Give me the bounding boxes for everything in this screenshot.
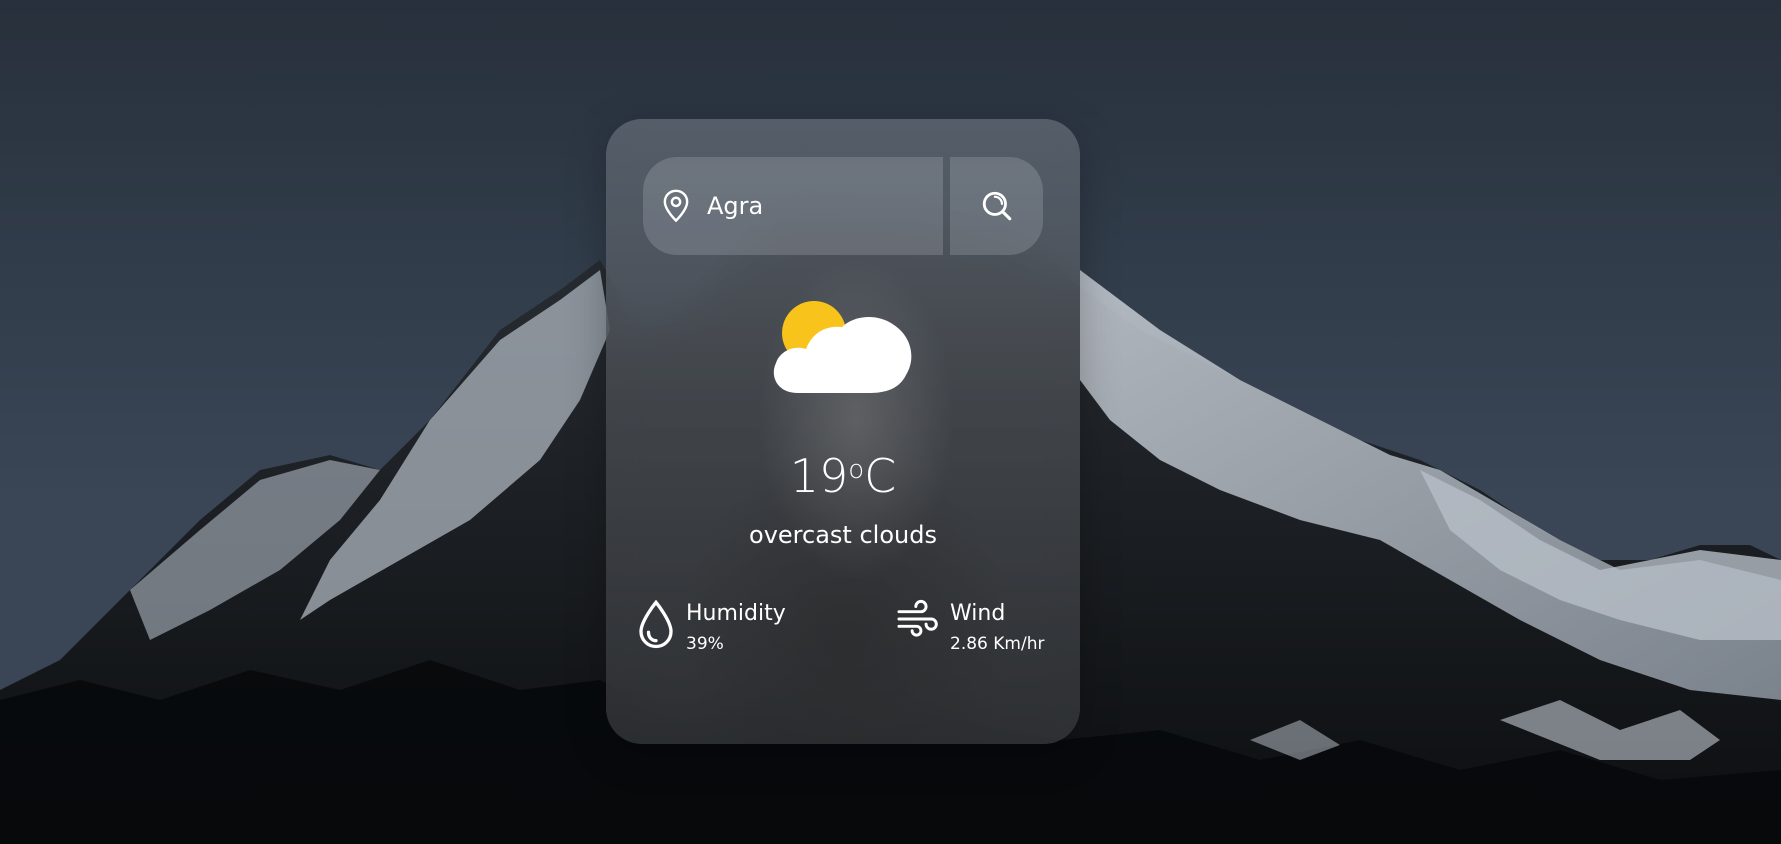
wind-value: 2.86 Km/hr [950, 634, 1045, 654]
temperature: 19oC [606, 449, 1080, 503]
background-scene: 19oC overcast clouds Humidity 39% Wind 2… [0, 0, 1781, 844]
wind-label: Wind [950, 601, 1006, 626]
weather-description: overcast clouds [749, 521, 937, 549]
partly-cloudy-icon [773, 301, 912, 393]
wind-detail: Wind 2.86 Km/hr [896, 599, 1044, 657]
temperature-value: 19 [789, 449, 849, 503]
wind-icon [897, 599, 938, 637]
search-button[interactable] [950, 157, 1043, 255]
search-icon [982, 191, 1011, 221]
map-pin-icon [663, 189, 689, 223]
temperature-unit: C [864, 449, 897, 503]
humidity-label: Humidity [686, 601, 786, 626]
search-input[interactable] [705, 191, 929, 221]
weather-card: 19oC overcast clouds Humidity 39% Wind 2… [606, 119, 1080, 744]
search-bar [643, 157, 1043, 255]
humidity-value: 39% [686, 634, 724, 654]
search-field[interactable] [643, 157, 943, 255]
degree-symbol: o [848, 455, 865, 485]
humidity-detail: Humidity 39% [636, 599, 786, 657]
water-drop-icon [639, 599, 673, 649]
